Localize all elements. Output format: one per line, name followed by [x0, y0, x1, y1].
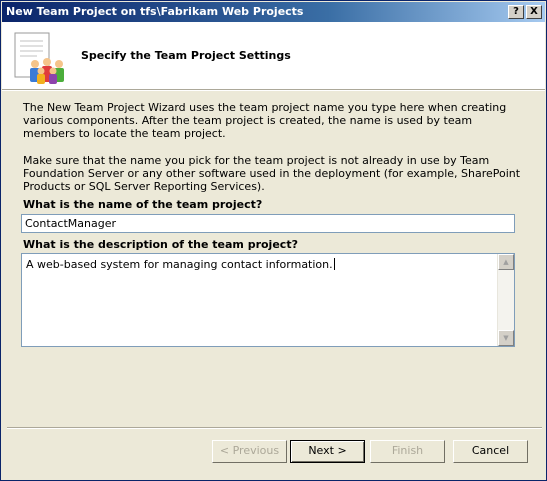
header-divider — [2, 89, 545, 91]
previous-button[interactable]: < Previous — [212, 440, 287, 463]
cancel-button[interactable]: Cancel — [453, 440, 528, 463]
project-name-label: What is the name of the team project? — [23, 198, 263, 211]
scroll-down-icon[interactable]: ▼ — [498, 330, 514, 346]
team-people-icon — [13, 31, 71, 87]
project-name-input[interactable]: ContactManager — [21, 214, 515, 233]
footer-divider — [7, 427, 542, 429]
text-caret — [333, 258, 335, 270]
project-description-label: What is the description of the team proj… — [23, 238, 298, 251]
description-value: A web-based system for managing contact … — [26, 258, 333, 271]
title-bar[interactable]: New Team Project on tfs\Fabrikam Web Pro… — [2, 2, 545, 22]
project-description-textarea[interactable]: A web-based system for managing contact … — [21, 253, 515, 347]
wizard-dialog: New Team Project on tfs\Fabrikam Web Pro… — [0, 0, 547, 481]
description-text: A web-based system for managing contact … — [26, 258, 335, 271]
vertical-scrollbar[interactable]: ▲ ▼ — [497, 254, 514, 346]
page-title: Specify the Team Project Settings — [81, 49, 291, 62]
note-paragraph: Make sure that the name you pick for the… — [23, 154, 521, 193]
scroll-up-icon[interactable]: ▲ — [498, 254, 514, 270]
finish-button[interactable]: Finish — [370, 440, 445, 463]
window-title: New Team Project on tfs\Fabrikam Web Pro… — [6, 5, 304, 18]
close-button[interactable]: X — [526, 5, 542, 19]
help-button[interactable]: ? — [508, 5, 524, 19]
intro-paragraph: The New Team Project Wizard uses the tea… — [23, 101, 507, 140]
next-button[interactable]: Next > — [290, 440, 365, 463]
